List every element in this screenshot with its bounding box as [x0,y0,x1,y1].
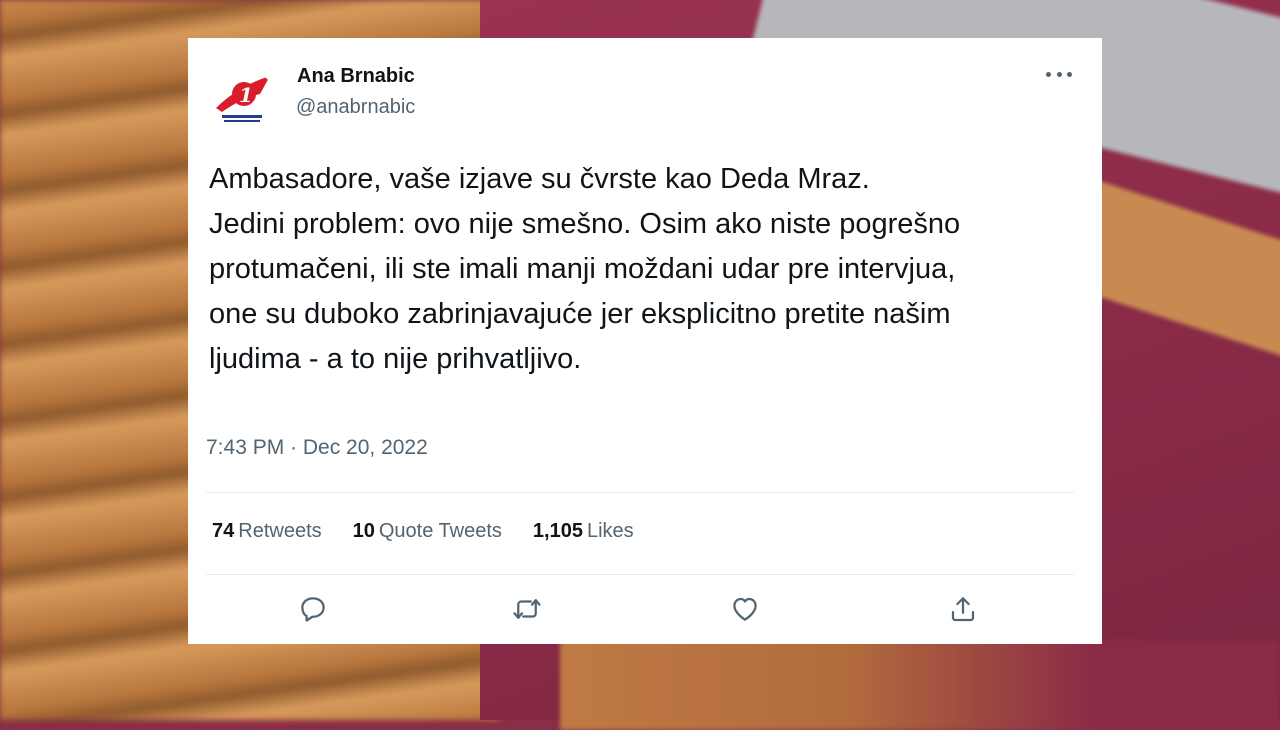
tweet-card: 1 Ana Brnabic @anabrnabic Ambasadore, va… [188,38,1102,644]
author-handle[interactable]: @anabrnabic [296,96,415,119]
retweets-label: Retweets [238,520,322,542]
quote-tweets-count: 10 [352,520,375,542]
share-icon[interactable] [948,594,978,624]
quote-tweets-stat[interactable]: 10 Quote Tweets [353,520,502,543]
party-logo-icon: 1 [216,76,270,122]
more-options-icon[interactable] [1046,66,1072,82]
author-name[interactable]: Ana Brnabic [297,65,415,88]
like-icon[interactable] [730,594,760,624]
tweet-text: Ambasadore, vaše izjave su čvrste kao De… [209,163,961,375]
likes-stat[interactable]: 1,105 Likes [533,520,634,543]
tweet-stats: 74 Retweets 10 Quote Tweets 1,105 Likes [212,520,665,543]
divider [206,574,1074,575]
quote-tweets-label: Quote Tweets [378,520,502,542]
retweets-count: 74 [212,520,235,542]
reply-icon[interactable] [298,594,328,624]
divider [206,492,1074,493]
tweet-timestamp[interactable]: 7:43 PM · Dec 20, 2022 [206,436,428,460]
likes-count: 1,105 [532,520,583,542]
likes-label: Likes [586,520,634,542]
background-bottom [560,640,1280,730]
avatar[interactable]: 1 [208,68,276,136]
retweet-icon[interactable] [512,594,542,624]
svg-text:1: 1 [239,83,253,107]
retweets-stat[interactable]: 74 Retweets [212,520,322,543]
